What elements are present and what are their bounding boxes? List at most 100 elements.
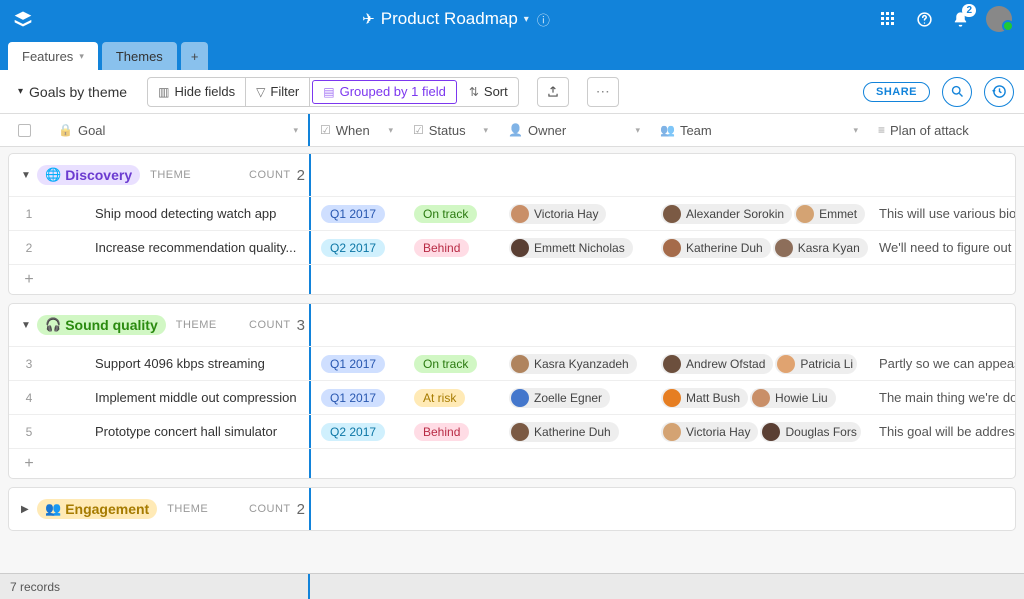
share-button[interactable]: SHARE (863, 82, 930, 102)
cell-team[interactable]: Victoria Hay Douglas Fors (651, 415, 869, 448)
cell-status[interactable]: At risk (404, 381, 499, 414)
cell-status[interactable]: On track (404, 347, 499, 380)
row-number: 5 (9, 415, 49, 448)
view-switcher[interactable]: ▾ Goals by theme (10, 80, 135, 104)
theme-name: Discovery (65, 167, 132, 183)
column-goal[interactable]: 🔒 Goal ▾ (48, 114, 308, 146)
person-chip[interactable]: Douglas Fors (760, 422, 860, 442)
person-chip[interactable]: Victoria Hay (661, 422, 758, 442)
filter-button[interactable]: ▽ Filter (246, 78, 310, 106)
when-pill: Q1 2017 (321, 389, 385, 407)
cell-owner[interactable]: Victoria Hay (499, 197, 651, 230)
avatar (663, 239, 681, 257)
table-row[interactable]: 2 Increase recommendation quality... Q2 … (9, 230, 1015, 264)
cell-when[interactable]: Q1 2017 (309, 347, 404, 380)
person-chip[interactable]: Katherine Duh (509, 422, 619, 442)
person-chip[interactable]: Emmett Nicholas (509, 238, 633, 258)
person-chip[interactable]: Patricia Li (775, 354, 857, 374)
notifications-icon[interactable]: 2 (950, 9, 970, 29)
cell-status[interactable]: Behind (404, 231, 499, 264)
cell-team[interactable]: Alexander Sorokin Emmet (651, 197, 869, 230)
person-name: Alexander Sorokin (686, 207, 784, 221)
table-row[interactable]: 1 Ship mood detecting watch app Q1 2017 … (9, 196, 1015, 230)
hide-fields-button[interactable]: ▥ Hide fields (148, 78, 246, 106)
person-chip[interactable]: Victoria Hay (509, 204, 606, 224)
app-logo-icon[interactable] (12, 8, 34, 30)
cell-plan[interactable]: We'll need to figure out t (869, 231, 1015, 264)
table-row[interactable]: 3 Support 4096 kbps streaming Q1 2017 On… (9, 346, 1015, 380)
cell-owner[interactable]: Emmett Nicholas (499, 231, 651, 264)
cell-team[interactable]: Matt BushHowie Liu (651, 381, 869, 414)
add-row[interactable]: + (9, 448, 1015, 478)
person-chip[interactable]: Matt Bush (661, 388, 748, 408)
person-name: Kasra Kyan (798, 241, 860, 255)
cell-goal[interactable]: Ship mood detecting watch app (49, 197, 309, 230)
column-when-label: When (336, 123, 370, 138)
person-chip[interactable]: Andrew Ofstad (661, 354, 773, 374)
select-all-checkbox[interactable] (0, 114, 48, 146)
person-name: Victoria Hay (534, 207, 598, 221)
cell-status[interactable]: Behind (404, 415, 499, 448)
person-chip[interactable]: Katherine Duh (661, 238, 771, 258)
cell-owner[interactable]: Katherine Duh (499, 415, 651, 448)
group-button[interactable]: ▤ Grouped by 1 field (312, 80, 457, 104)
cell-when[interactable]: Q2 2017 (309, 415, 404, 448)
column-when[interactable]: ☑ When ▾ (308, 114, 403, 146)
avatar (777, 355, 795, 373)
person-chip[interactable]: Howie Liu (750, 388, 836, 408)
user-avatar[interactable] (986, 6, 1012, 32)
person-chip[interactable]: Emmet (794, 204, 865, 224)
apps-icon[interactable] (878, 9, 898, 29)
cell-goal[interactable]: Prototype concert hall simulator (49, 415, 309, 448)
share-options-button[interactable] (537, 77, 569, 107)
tab-themes[interactable]: Themes (102, 42, 177, 70)
cell-goal[interactable]: Implement middle out compression (49, 381, 309, 414)
person-chip[interactable]: Alexander Sorokin (661, 204, 792, 224)
cell-plan[interactable]: This goal will be address (869, 415, 1015, 448)
base-title[interactable]: ✈ Product Roadmap ▾ ⓘ (362, 9, 550, 29)
sort-button[interactable]: ⇅ Sort (459, 78, 518, 106)
cell-team[interactable]: Andrew OfstadPatricia Li (651, 347, 869, 380)
column-team[interactable]: 👥 Team ▾ (650, 114, 868, 146)
tab-features[interactable]: Features (8, 42, 98, 70)
column-plan[interactable]: ≡ Plan of attack (868, 114, 1024, 146)
column-status[interactable]: ☑ Status ▾ (403, 114, 498, 146)
add-row[interactable]: + (9, 264, 1015, 294)
more-options-button[interactable]: ⋯ (587, 77, 619, 107)
table-row[interactable]: 5 Prototype concert hall simulator Q2 20… (9, 414, 1015, 448)
person-name: Douglas Fors (785, 425, 856, 439)
disclosure-icon: ▼ (21, 320, 37, 331)
cell-plan[interactable]: The main thing we're do (869, 381, 1015, 414)
add-tab-button[interactable]: + (181, 42, 209, 70)
group-block: ▼ 🎧 Sound quality THEME COUNT 3 3 Suppor… (8, 303, 1016, 479)
cell-plan[interactable]: This will use various bio (869, 197, 1015, 230)
cell-goal[interactable]: Support 4096 kbps streaming (49, 347, 309, 380)
person-name: Emmet (819, 207, 857, 221)
group-header[interactable]: ▼ 🎧 Sound quality THEME COUNT 3 (9, 304, 1015, 346)
group-header[interactable]: ▶ 👥 Engagement THEME COUNT 2 (9, 488, 1015, 530)
group-header[interactable]: ▼ 🌐 Discovery THEME COUNT 2 (9, 154, 1015, 196)
person-name: Emmett Nicholas (534, 241, 625, 255)
column-owner[interactable]: 👤 Owner ▾ (498, 114, 650, 146)
caret-down-icon: ▾ (524, 14, 529, 25)
caret-down-icon: ▾ (18, 86, 23, 97)
table-row[interactable]: 4 Implement middle out compression Q1 20… (9, 380, 1015, 414)
person-chip[interactable]: Kasra Kyan (773, 238, 868, 258)
cell-plan[interactable]: Partly so we can appeas (869, 347, 1015, 380)
cell-team[interactable]: Katherine Duh Kasra Kyan (651, 231, 869, 264)
cell-owner[interactable]: Kasra Kyanzadeh (499, 347, 651, 380)
avatar (775, 239, 793, 257)
history-button[interactable] (984, 77, 1014, 107)
cell-owner[interactable]: Zoelle Egner (499, 381, 651, 414)
cell-when[interactable]: Q1 2017 (309, 197, 404, 230)
search-button[interactable] (942, 77, 972, 107)
info-icon[interactable]: ⓘ (537, 10, 550, 29)
person-name: Victoria Hay (686, 425, 750, 439)
cell-status[interactable]: On track (404, 197, 499, 230)
cell-when[interactable]: Q2 2017 (309, 231, 404, 264)
cell-goal[interactable]: Increase recommendation quality... (49, 231, 309, 264)
person-chip[interactable]: Kasra Kyanzadeh (509, 354, 637, 374)
cell-when[interactable]: Q1 2017 (309, 381, 404, 414)
person-chip[interactable]: Zoelle Egner (509, 388, 610, 408)
help-icon[interactable] (914, 9, 934, 29)
